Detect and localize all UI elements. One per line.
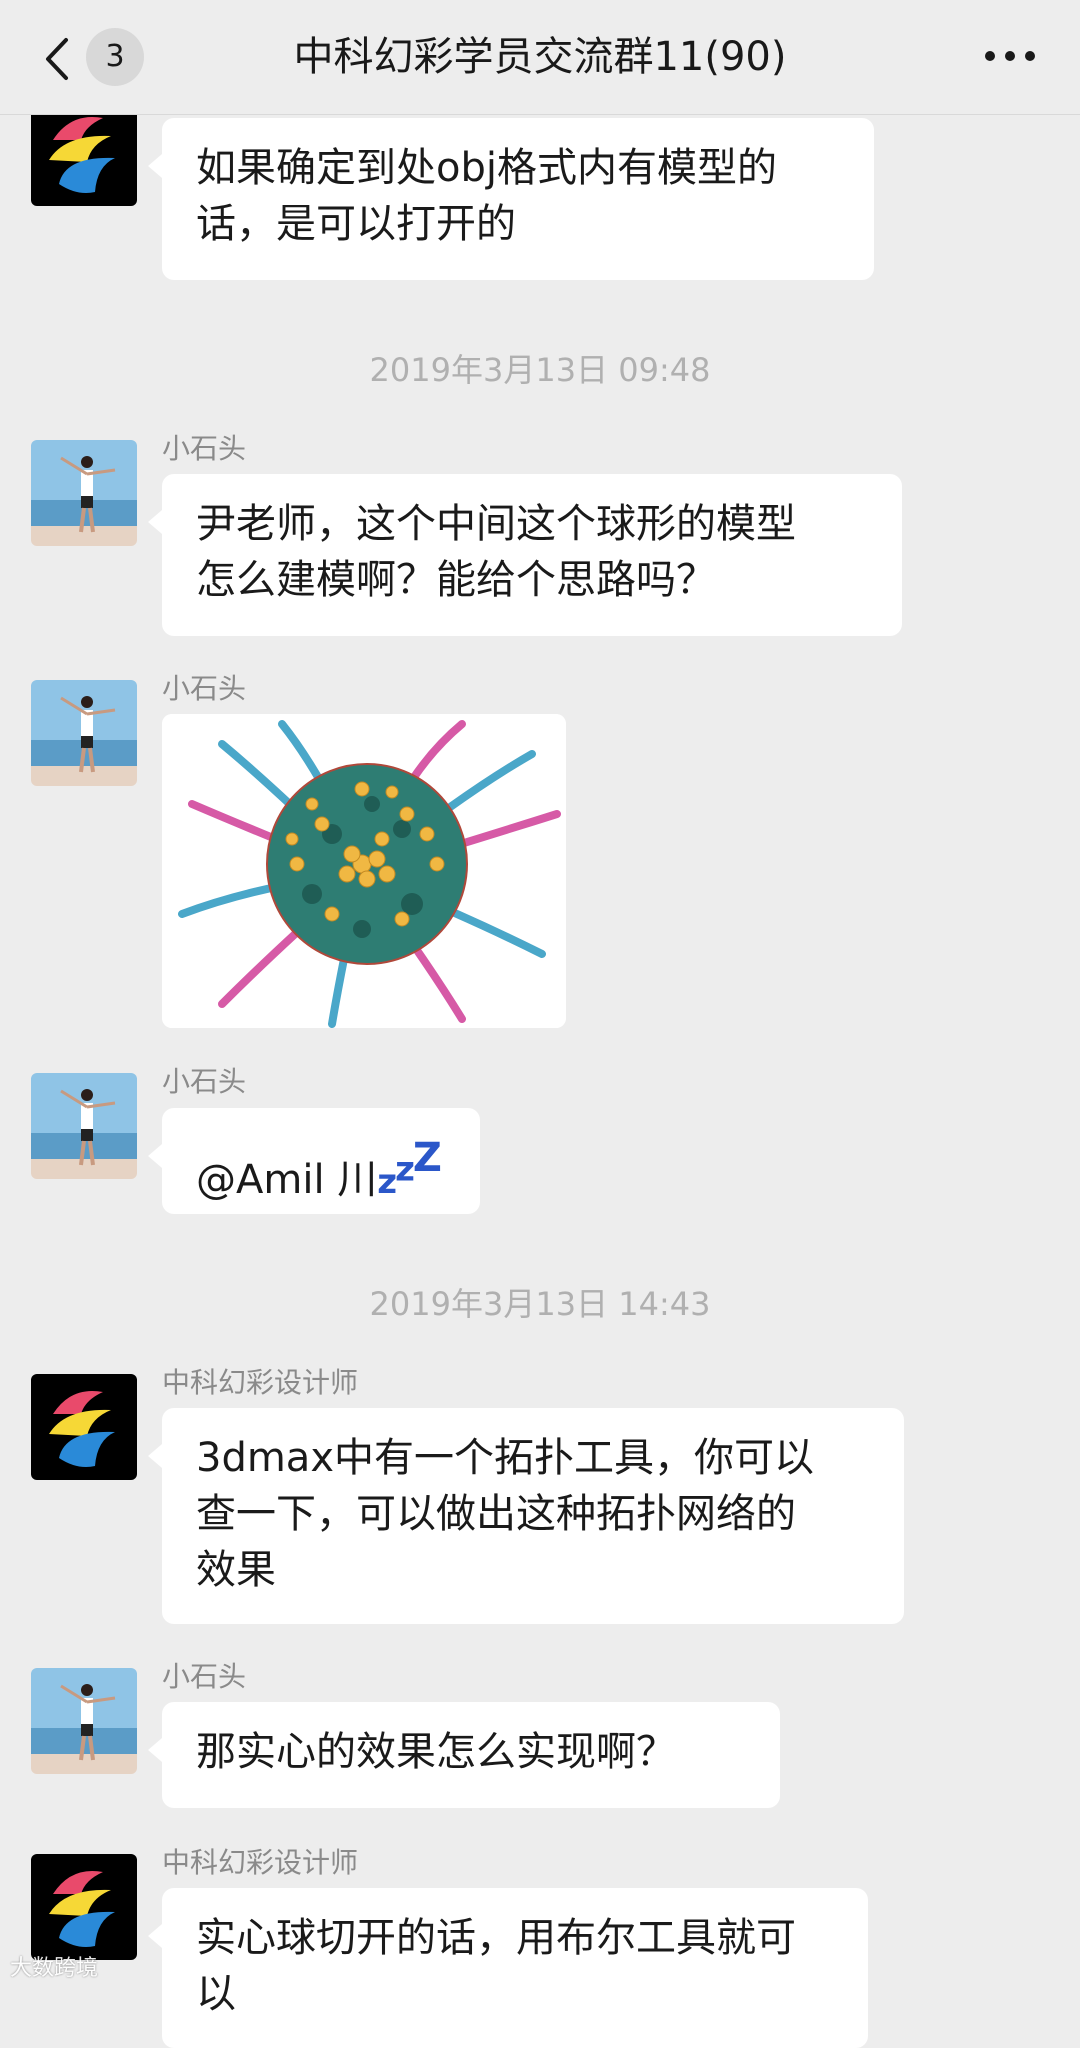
avatar-xiaoshitou[interactable] <box>31 1073 137 1179</box>
message-bubble[interactable]: 那实心的效果怎么实现啊？ <box>148 1702 780 1808</box>
sphere-model-image[interactable] <box>162 714 566 1028</box>
avatar-xiaoshitou[interactable] <box>31 1668 137 1774</box>
message-bubble[interactable]: 实心球切开的话，用布尔工具就可 以 <box>148 1888 868 2048</box>
sender-name: 中科幻彩设计师 <box>162 1366 359 1399</box>
avatar-designer[interactable] <box>31 1854 137 1960</box>
more-button[interactable] <box>980 38 1040 74</box>
avatar-designer[interactable] <box>31 1374 137 1480</box>
message-bubble[interactable]: 如果确定到处obj格式内有模型的 话，是可以打开的 <box>148 118 874 280</box>
back-button[interactable] <box>38 34 78 84</box>
sleep-emoji-icon: zzZ <box>377 1135 442 1202</box>
chat-area: 如果确定到处obj格式内有模型的 话，是可以打开的 2019年3月13日 09:… <box>0 0 1080 2048</box>
avatar-xiaoshitou[interactable] <box>31 680 137 786</box>
sender-name: 小石头 <box>162 432 247 465</box>
message-text: 效果 <box>196 1547 276 1593</box>
message-text: 3dmax中有一个拓扑工具，你可以 <box>196 1435 814 1481</box>
message-bubble[interactable]: 尹老师，这个中间这个球形的模型 怎么建模啊？能给个思路吗？ <box>148 474 902 636</box>
chevron-left-icon <box>46 38 68 80</box>
sender-name: 中科幻彩设计师 <box>162 1846 359 1879</box>
message-text: 怎么建模啊？能给个思路吗？ <box>196 557 716 603</box>
message-bubble[interactable]: 3dmax中有一个拓扑工具，你可以 查一下，可以做出这种拓扑网络的 效果 <box>148 1408 904 1624</box>
sender-name: 小石头 <box>162 1065 247 1098</box>
message-text: 那实心的效果怎么实现啊？ <box>196 1729 676 1775</box>
message-text: 尹老师，这个中间这个球形的模型 <box>196 501 796 547</box>
sender-name: 小石头 <box>162 672 247 705</box>
message-bubble[interactable]: @Amil 川zzZ <box>148 1108 480 1214</box>
message-text: 如果确定到处obj格式内有模型的 <box>196 145 777 191</box>
more-dots-icon <box>985 51 1035 61</box>
message-text: 查一下，可以做出这种拓扑网络的 <box>196 1491 796 1537</box>
chat-header: 3 中科幻彩学员交流群11(90) <box>0 0 1080 115</box>
timestamp: 2019年3月13日 09:48 <box>369 351 711 389</box>
watermark: 大数跨境 <box>10 1956 99 1981</box>
sender-name: 小石头 <box>162 1660 247 1693</box>
message-text: 实心球切开的话，用布尔工具就可 <box>196 1915 796 1961</box>
message-text: 话，是可以打开的 <box>196 201 516 247</box>
message-text: 以 <box>196 1971 236 2017</box>
unread-count-badge[interactable]: 3 <box>86 28 144 86</box>
timestamp: 2019年3月13日 14:43 <box>369 1285 711 1323</box>
message-text: @Amil 川 <box>196 1157 378 1203</box>
chat-title: 中科幻彩学员交流群11(90) <box>293 34 787 80</box>
avatar-xiaoshitou[interactable] <box>31 440 137 546</box>
avatar-designer[interactable] <box>31 100 137 206</box>
